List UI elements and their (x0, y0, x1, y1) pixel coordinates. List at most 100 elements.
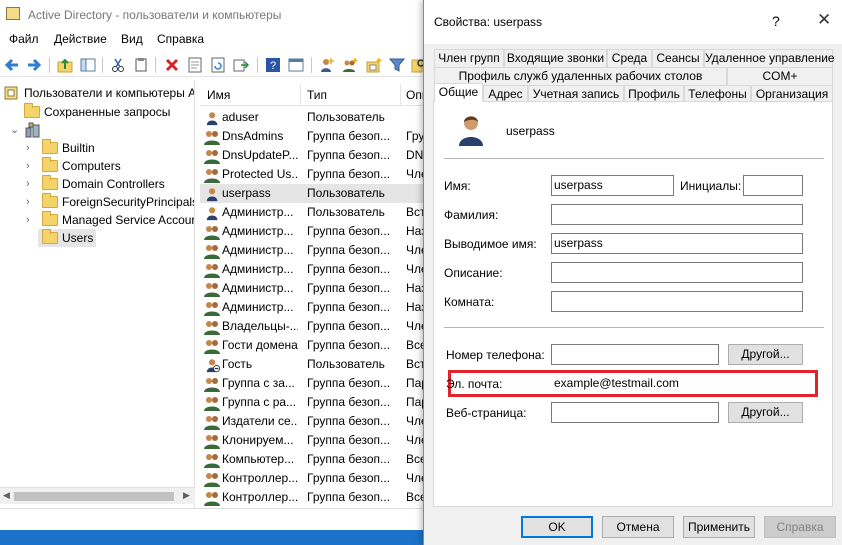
tree-item-users[interactable]: Users (38, 229, 96, 247)
column-header-name[interactable]: Имя (207, 88, 230, 102)
scroll-right-icon[interactable]: ▶ (183, 490, 190, 501)
new-ou-icon[interactable] (366, 57, 382, 73)
list-row[interactable]: Контроллер... Группа безоп... Все (200, 488, 426, 507)
tree-item-foreign-security-principals[interactable]: › ForeignSecurityPrincipals (24, 193, 194, 211)
chevron-right-icon[interactable]: › (26, 193, 36, 211)
other-web-button[interactable]: Другой... (728, 402, 803, 423)
show-tree-icon[interactable] (80, 57, 96, 73)
tab-organization[interactable]: Организация (751, 85, 833, 102)
tree-item-computers[interactable]: › Computers (24, 157, 194, 175)
list-row[interactable]: Администр... Группа безоп... Наз (200, 222, 426, 241)
list-row[interactable]: Издатели се... Группа безоп... Чле (200, 412, 426, 431)
properties-icon[interactable] (187, 57, 203, 73)
other-phone-button[interactable]: Другой... (728, 344, 803, 365)
tab-sessions[interactable]: Сеансы (652, 49, 704, 68)
general-tab-page: userpass Имя: userpass Инициалы: Фамилия… (433, 101, 833, 507)
delete-icon[interactable] (164, 57, 180, 73)
list-row[interactable]: Гость Пользователь Вст (200, 355, 426, 374)
list-row[interactable]: Владельцы-... Группа безоп... Чле (200, 317, 426, 336)
last-name-field[interactable] (551, 204, 803, 225)
list-row[interactable]: Группа с за... Группа безоп... Пар (200, 374, 426, 393)
list-row[interactable]: Администр... Группа безоп... Наз (200, 298, 426, 317)
refresh-icon[interactable] (210, 57, 226, 73)
tree-horizontal-scrollbar[interactable]: ◀ ▶ (0, 487, 195, 504)
list-row[interactable]: Группа с ра... Группа безоп... Пар (200, 393, 426, 412)
chevron-right-icon[interactable]: › (26, 139, 36, 157)
tab-telephones[interactable]: Телефоны (684, 85, 751, 102)
tab-address[interactable]: Адрес (483, 85, 528, 102)
tree-item-domain-controllers[interactable]: › Domain Controllers (24, 175, 194, 193)
column-header-type[interactable]: Тип (307, 88, 327, 102)
menu-action[interactable]: Действие (54, 32, 107, 46)
scroll-left-icon[interactable]: ◀ (3, 490, 10, 501)
list-row[interactable]: Администр... Группа безоп... Наз (200, 279, 426, 298)
export-icon[interactable] (233, 57, 249, 73)
tab-member-of[interactable]: Член групп (434, 49, 504, 68)
cell-type: Группа безоп... (307, 148, 391, 162)
folder-icon (42, 157, 58, 172)
cut-icon[interactable] (110, 57, 126, 73)
first-name-field[interactable]: userpass (551, 175, 674, 196)
phone-field[interactable] (551, 344, 719, 365)
scroll-thumb[interactable] (14, 492, 174, 501)
tree-item-managed-service-accounts[interactable]: › Managed Service Accour (24, 211, 194, 229)
menu-file[interactable]: Файл (9, 32, 39, 46)
list-row[interactable]: Клонируем... Группа безоп... Чле (200, 431, 426, 450)
folder-icon (42, 211, 58, 226)
help-icon[interactable]: ? (772, 13, 780, 29)
back-arrow-icon[interactable] (4, 57, 20, 73)
display-name-label: Выводимое имя: (444, 237, 537, 251)
new-user-icon[interactable] (319, 57, 335, 73)
cancel-button[interactable]: Отмена (602, 516, 674, 538)
chevron-right-icon[interactable]: › (26, 175, 36, 193)
list-row[interactable]: Администр... Группа безоп... Чле (200, 260, 426, 279)
new-group-icon[interactable] (342, 57, 358, 73)
group-icon (204, 150, 220, 164)
tab-account[interactable]: Учетная запись (528, 85, 624, 102)
tab-general[interactable]: Общие (434, 83, 483, 102)
list-row[interactable]: DnsAdmins Группа безоп... Гру (200, 127, 426, 146)
help-icon[interactable]: ? (265, 57, 281, 73)
web-page-field[interactable] (551, 402, 719, 423)
console-view-icon[interactable] (288, 57, 304, 73)
copy-icon[interactable] (133, 57, 149, 73)
apply-button[interactable]: Применить (683, 516, 755, 538)
initials-field[interactable] (743, 175, 803, 196)
list-row[interactable]: userpass Пользователь (200, 184, 426, 203)
email-field[interactable]: example@testmail.com (551, 373, 803, 394)
tree-item-root[interactable]: Пользователи и компьютеры А (4, 84, 194, 102)
chevron-right-icon[interactable]: › (26, 211, 36, 229)
toolbar-separator (102, 57, 103, 73)
list-row[interactable]: Администр... Пользователь Вст (200, 203, 426, 222)
forward-arrow-icon[interactable] (26, 57, 42, 73)
tab-profile[interactable]: Профиль (624, 85, 684, 102)
office-field[interactable] (551, 291, 803, 312)
object-list: Имя Тип Опи aduser Пользователь DnsAdmins Г… (200, 80, 426, 508)
description-field[interactable] (551, 262, 803, 283)
list-row[interactable]: Администр... Группа безоп... Чле (200, 241, 426, 260)
column-divider[interactable] (400, 84, 401, 106)
menu-help[interactable]: Справка (157, 32, 204, 46)
close-icon[interactable]: ✕ (817, 10, 831, 30)
list-row[interactable]: Гости домена Группа безоп... Все (200, 336, 426, 355)
list-row[interactable]: aduser Пользователь (200, 108, 426, 127)
list-row[interactable]: Контроллер... Группа безоп... Чле (200, 469, 426, 488)
column-divider[interactable] (300, 84, 301, 106)
list-row[interactable]: DnsUpdateP...Группа безоп...DNS (200, 146, 426, 165)
tab-dial-in[interactable]: Входящие звонки (504, 49, 607, 68)
menu-view[interactable]: Вид (121, 32, 143, 46)
group-icon (204, 454, 220, 468)
chevron-down-icon[interactable]: ⌄ (10, 121, 20, 139)
tab-com-plus[interactable]: COM+ (727, 67, 833, 86)
list-row[interactable]: Компьютер... Группа безоп... Все (200, 450, 426, 469)
display-name-field[interactable]: userpass (551, 233, 803, 254)
tab-remote-control[interactable]: Удаленное управление (704, 49, 835, 68)
tree-item-builtin[interactable]: › Builtin (24, 139, 194, 157)
chevron-right-icon[interactable]: › (26, 157, 36, 175)
up-folder-icon[interactable] (57, 57, 73, 73)
cell-type: Пользователь (307, 110, 385, 124)
filter-icon[interactable] (389, 57, 405, 73)
tab-environment[interactable]: Среда (607, 49, 652, 68)
ok-button[interactable]: OK (521, 516, 593, 538)
list-row[interactable]: Protected Us... Группа безоп... Чле (200, 165, 426, 184)
